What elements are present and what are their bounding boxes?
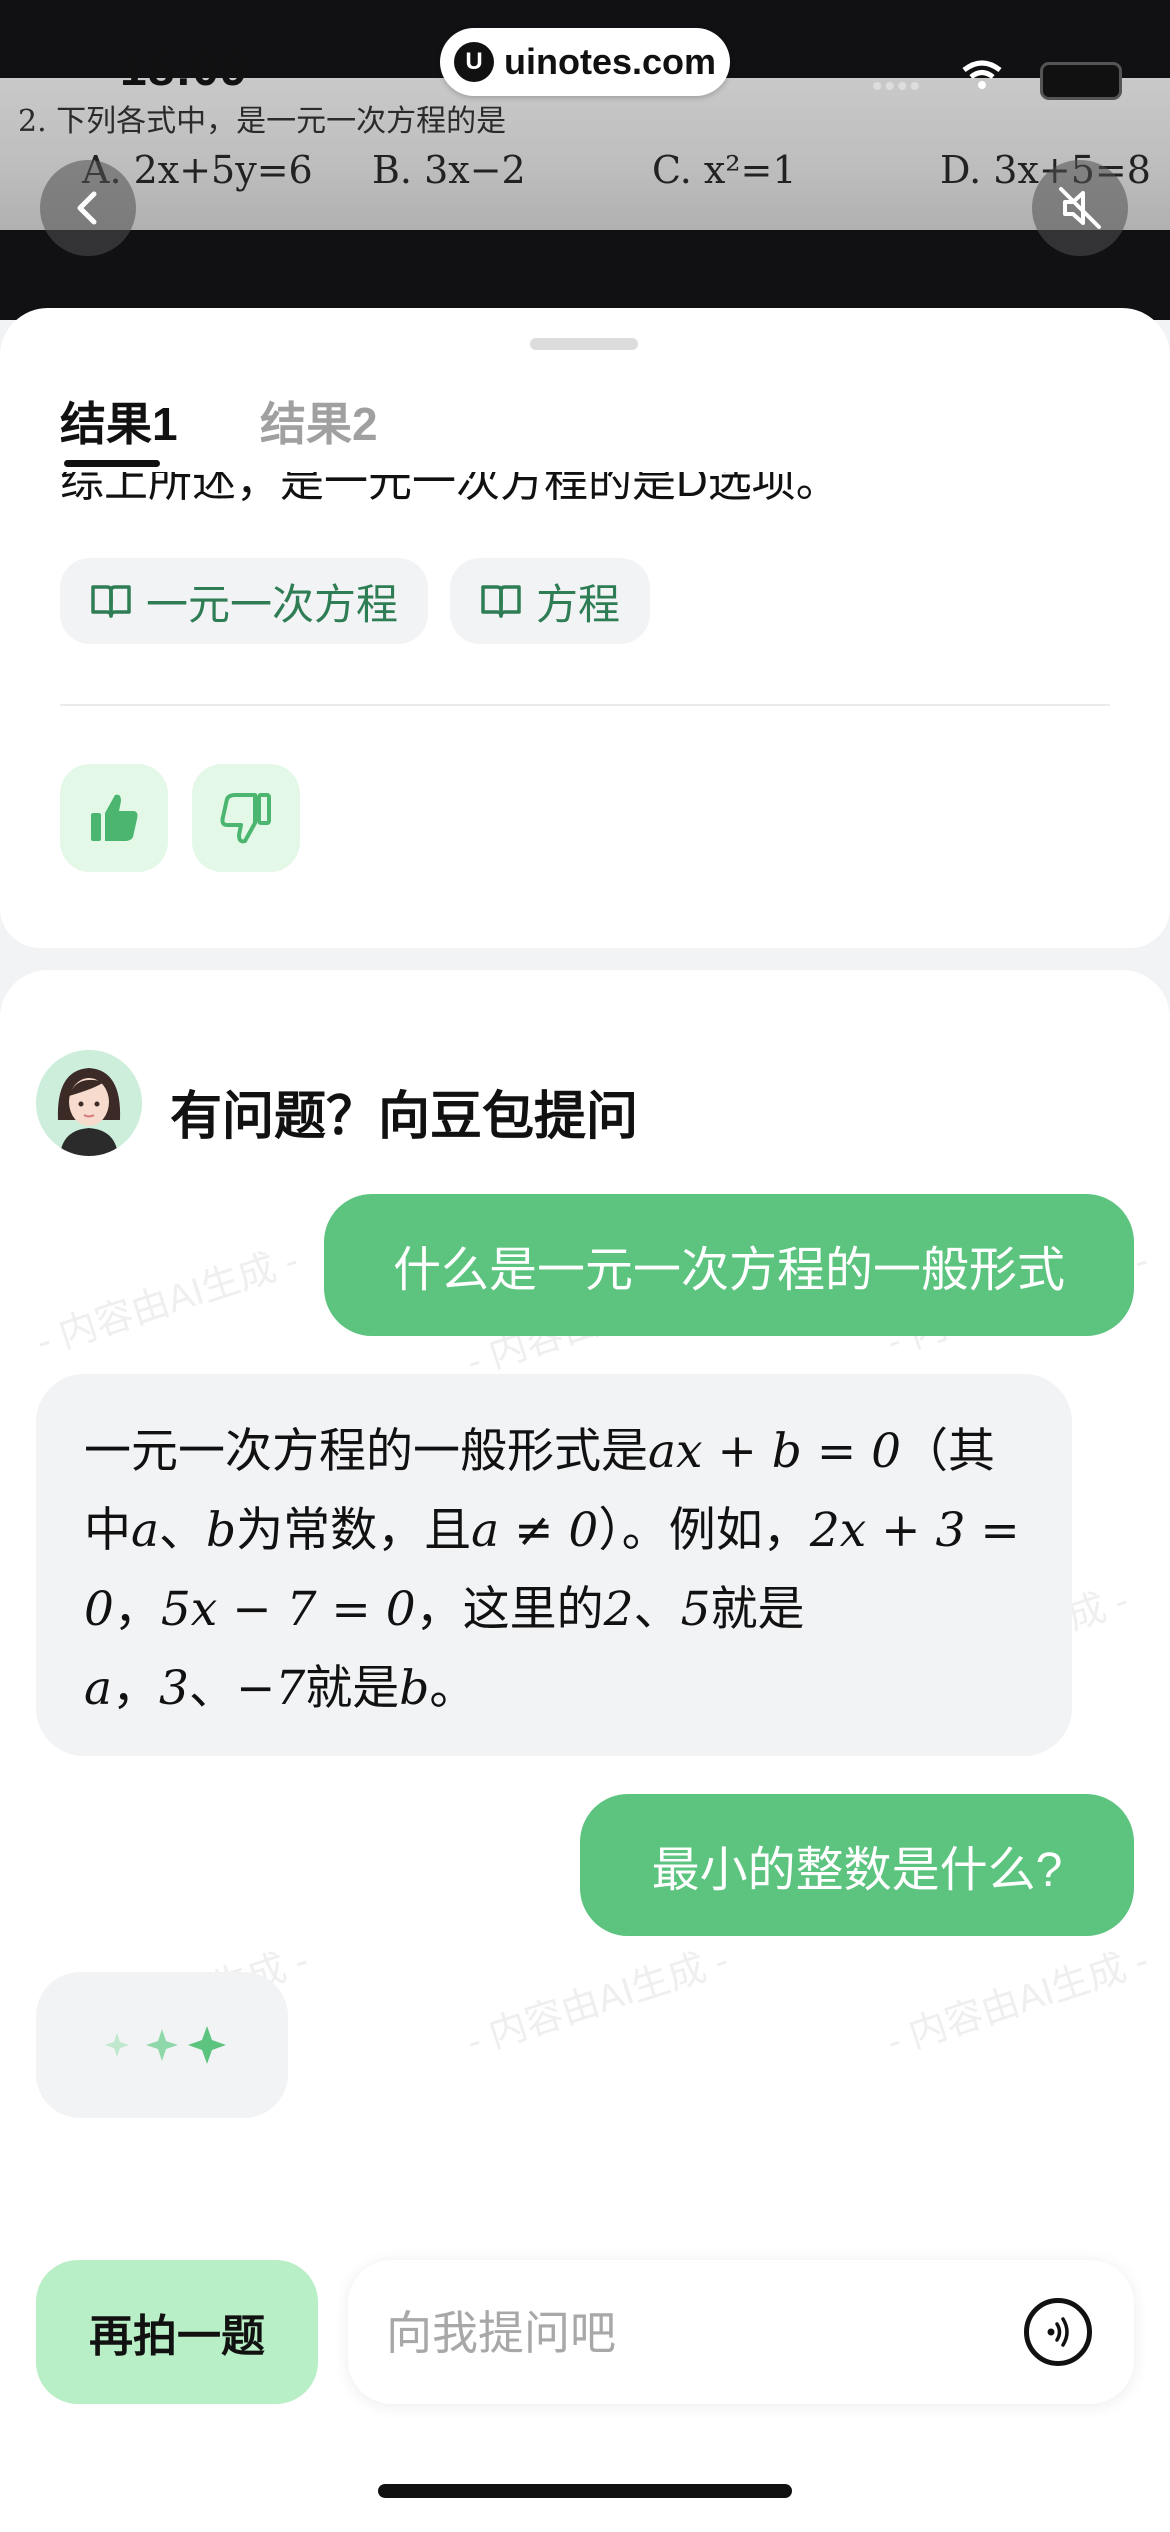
chip-equation[interactable]: 方程 [450, 558, 651, 644]
drag-handle[interactable] [530, 338, 638, 350]
tab-result-2[interactable]: 结果2 [260, 388, 378, 454]
divider [60, 704, 1110, 706]
mute-button[interactable] [1032, 160, 1128, 256]
voice-input-button[interactable] [1024, 2298, 1092, 2366]
ai-watermark: - 内容由AI生成 - [31, 1239, 304, 1364]
back-button[interactable] [40, 160, 136, 256]
math-expression: −7 [235, 1661, 306, 1716]
site-watermark-text: uinotes.com [503, 41, 717, 82]
message-text: ， [112, 1661, 160, 1714]
photo-options: A. 2x+5y=6 B. 3x−2 C. x²=1 D. 3x+5=8 [0, 148, 1170, 208]
assistant-message: 一元一次方程的一般形式是ax + b = 0（其中a、b为常数，且a ≠ 0）。… [36, 1374, 1072, 1756]
site-watermark: U uinotes.com [440, 28, 730, 96]
message-text: ，这里的 [415, 1582, 604, 1635]
question-input-box [348, 2260, 1134, 2404]
retake-photo-button[interactable]: 再拍一题 [36, 2260, 318, 2404]
math-expression: 3 [159, 1661, 189, 1716]
message-text: 。 [429, 1661, 477, 1714]
user-message: 最小的整数是什么? [580, 1794, 1134, 1936]
chip-linear-equation[interactable]: 一元一次方程 [60, 558, 429, 644]
message-text: ， [113, 1582, 161, 1635]
tab-result-1[interactable]: 结果1 [60, 388, 178, 454]
thumbs-down-button[interactable] [192, 764, 300, 872]
math-expression: 2 [603, 1582, 634, 1637]
result-conclusion-text: 综上所述，是一元一次方程的是D选项。 [60, 472, 1120, 506]
ai-watermark: - 内容由AI生成 - [881, 1939, 1154, 2064]
cellular-signal-icon: •••• [871, 70, 922, 103]
math-expression: b [399, 1661, 430, 1716]
math-expression: ax + b = 0 [648, 1424, 902, 1479]
active-tab-indicator [64, 460, 160, 467]
math-expression: a ≠ 0 [471, 1503, 599, 1558]
home-indicator [378, 2484, 792, 2498]
message-text: 、 [633, 1582, 681, 1635]
math-expression: 5 [680, 1582, 711, 1637]
message-text: 一元一次方程的一般形式是 [84, 1424, 648, 1477]
ai-watermark: - 内容由AI生成 - [461, 1939, 734, 2064]
message-text: 为常数，且 [236, 1503, 472, 1556]
typing-indicator [36, 1972, 288, 2118]
chat-title: 有问题？向豆包提问 [170, 1088, 639, 1146]
status-time: 18:09 [120, 43, 248, 96]
message-text: 就是 [305, 1661, 400, 1714]
photo-option-b: B. 3x−2 [372, 148, 526, 192]
message-text: 就是 [710, 1582, 805, 1635]
math-expression: a [131, 1503, 160, 1558]
book-icon [481, 585, 521, 618]
math-expression: 5x − 7 = 0 [160, 1582, 416, 1637]
sparkle-loading-icon [105, 2026, 226, 2064]
assistant-avatar-icon [36, 1050, 142, 1156]
message-text: 、 [159, 1503, 207, 1556]
math-expression: b [206, 1503, 237, 1558]
uinotes-logo-icon: U [453, 42, 494, 82]
result-card: 结果1 结果2 综上所述，是一元一次方程的是D选项。 一元一次方程 方程 [0, 308, 1170, 948]
wifi-icon [962, 60, 1002, 89]
user-message: 什么是一元一次方程的一般形式 [324, 1194, 1134, 1336]
battery-icon [1040, 62, 1122, 100]
question-photo: 2. 下列各式中，是一元一次方程的是 A. 2x+5y=6 B. 3x−2 C.… [0, 78, 1170, 230]
thumbs-down-icon [220, 793, 271, 844]
message-text: 、 [188, 1661, 236, 1714]
question-input[interactable] [384, 2298, 988, 2368]
thumbs-up-button[interactable] [60, 764, 168, 872]
camera-preview: 2. 下列各式中，是一元一次方程的是 A. 2x+5y=6 B. 3x−2 C.… [0, 0, 1170, 320]
thumbs-up-icon [91, 794, 138, 841]
chip-label: 方程 [536, 580, 621, 628]
photo-option-c: C. x²=1 [652, 148, 797, 192]
message-text: ）。例如， [598, 1503, 810, 1556]
photo-question-text: 2. 下列各式中，是一元一次方程的是 [18, 104, 507, 139]
speaker-muted-icon [1059, 187, 1101, 229]
bottom-bar: 再拍一题 [0, 2260, 1170, 2410]
voice-icon [1047, 2317, 1069, 2347]
chip-label: 一元一次方程 [146, 580, 399, 628]
book-icon [91, 585, 131, 618]
assistant-avatar [36, 1050, 142, 1156]
result-conclusion-label: 综上所述，是一元一次方程的是D选项。 [60, 472, 840, 506]
chevron-left-icon [77, 191, 97, 225]
math-expression: a [84, 1661, 113, 1716]
